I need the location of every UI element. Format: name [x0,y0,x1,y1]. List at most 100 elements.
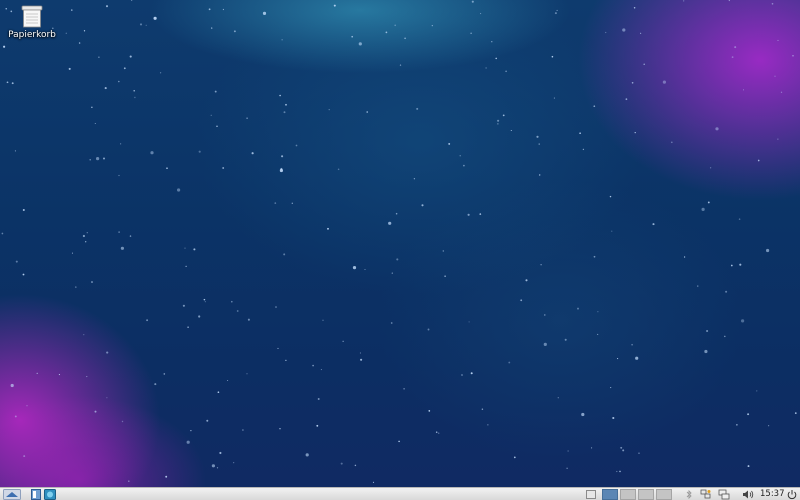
desktop-icon-trash[interactable]: Papierkorb [6,4,58,40]
star [94,122,96,125]
star [725,290,728,293]
desktop-background[interactable]: Papierkorb [0,0,800,487]
star [403,387,405,390]
app-menu-icon[interactable] [3,489,21,500]
star [495,57,497,60]
star [520,299,523,302]
star [96,157,100,161]
power-icon[interactable] [786,489,798,500]
star [193,248,196,251]
star [505,70,507,73]
star [485,67,487,69]
star [85,241,87,243]
star [163,373,166,375]
star [435,431,438,433]
star [480,13,482,15]
star [106,351,109,354]
star [139,23,143,26]
star [777,39,779,41]
star [741,319,745,323]
star [566,467,568,469]
network-icon[interactable] [700,489,712,500]
star [23,455,26,458]
star [274,202,277,204]
star [428,410,431,412]
file-manager-icon[interactable] [31,489,41,500]
star [622,449,625,452]
star [742,89,745,91]
star [231,300,233,303]
star [617,358,619,360]
star [1,232,4,235]
workspace-2[interactable] [620,489,636,500]
star [398,440,400,443]
star [497,119,500,122]
star [6,81,9,84]
star [739,263,742,266]
star [747,413,750,416]
star [593,255,596,258]
star [320,369,322,371]
star [543,342,547,346]
star [724,335,726,338]
star [605,31,607,34]
star [738,218,741,220]
star [491,41,493,43]
star [185,265,187,267]
star [461,374,463,376]
star [734,46,737,49]
star [399,64,402,66]
star [731,56,734,58]
workspace-1[interactable] [602,489,618,500]
star [312,364,314,367]
star [513,456,516,459]
star [98,56,100,59]
star [208,8,211,11]
star [211,27,213,29]
workspace-3[interactable] [638,489,654,500]
star [771,2,774,5]
star [22,273,25,276]
star [58,374,60,376]
star [291,202,293,204]
clock[interactable]: 15:37 [760,488,785,500]
star [609,195,612,198]
star [652,223,655,226]
web-browser-icon[interactable] [44,489,56,500]
star [352,266,357,270]
star [481,408,484,410]
star [280,167,283,170]
star [354,464,357,467]
volume-icon[interactable] [742,489,754,500]
star [633,6,636,9]
star [593,105,596,108]
star [285,359,287,362]
display-icon[interactable] [718,489,730,500]
star [683,0,685,2]
star [536,135,539,138]
star [634,131,636,134]
star [620,446,623,449]
star [525,279,528,282]
star [15,260,18,263]
star [612,416,615,420]
star [551,55,554,58]
star [508,361,511,364]
star [728,0,730,2]
star [730,264,733,267]
bluetooth-icon[interactable] [683,489,695,500]
star [165,475,168,478]
starfield [1,0,797,483]
star [390,322,393,324]
star [106,397,108,399]
star [103,157,105,160]
star [131,0,133,1]
star [305,453,309,457]
star [792,55,794,57]
star [129,55,132,58]
star [129,235,132,237]
show-desktop-icon[interactable] [586,489,596,500]
star [780,91,783,93]
workspace-4[interactable] [656,489,672,500]
star [279,94,281,97]
